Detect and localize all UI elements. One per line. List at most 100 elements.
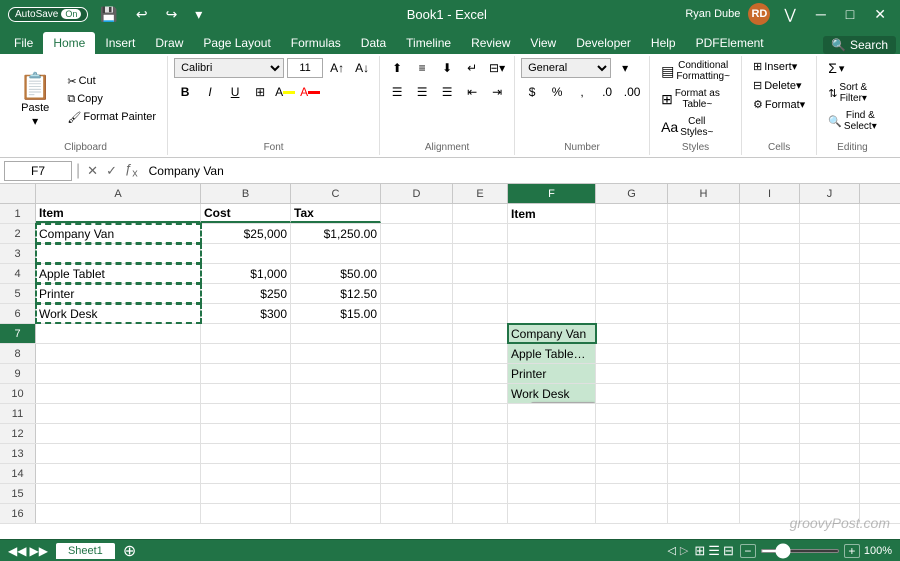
cell-c16[interactable]: [291, 504, 381, 523]
cell-d16[interactable]: [381, 504, 453, 523]
col-header-d[interactable]: D: [381, 184, 453, 203]
decrease-decimal-button[interactable]: .0: [596, 82, 618, 102]
cell-a13[interactable]: [36, 444, 201, 463]
cell-a16[interactable]: [36, 504, 201, 523]
cell-b4[interactable]: $1,000: [201, 264, 291, 283]
cell-f7[interactable]: Company Van: [508, 324, 596, 343]
cell-j9[interactable]: [800, 364, 860, 383]
cell-j15[interactable]: [800, 484, 860, 503]
maximize-button[interactable]: □: [840, 4, 860, 24]
close-button[interactable]: ✕: [868, 4, 892, 25]
cell-f8[interactable]: Apple Table…: [508, 344, 596, 363]
cell-b8[interactable]: [201, 344, 291, 363]
zoom-slider[interactable]: [760, 549, 840, 553]
cell-g14[interactable]: [596, 464, 668, 483]
cell-a14[interactable]: [36, 464, 201, 483]
cell-i9[interactable]: [740, 364, 800, 383]
cell-h11[interactable]: [668, 404, 740, 423]
cell-b5[interactable]: $250: [201, 284, 291, 303]
cell-h6[interactable]: [668, 304, 740, 323]
tab-data[interactable]: Data: [351, 32, 396, 54]
cell-f11[interactable]: [508, 404, 596, 423]
underline-button[interactable]: U: [224, 82, 246, 102]
cell-d3[interactable]: [381, 244, 453, 263]
cell-g6[interactable]: [596, 304, 668, 323]
left-align-button[interactable]: ☰: [386, 82, 408, 102]
cell-g15[interactable]: [596, 484, 668, 503]
page-break-button[interactable]: ⊟: [723, 543, 734, 559]
decrease-font-button[interactable]: A↓: [351, 58, 373, 78]
cell-i6[interactable]: [740, 304, 800, 323]
cell-g16[interactable]: [596, 504, 668, 523]
row-num-13[interactable]: 13: [0, 444, 36, 463]
cell-e11[interactable]: [453, 404, 508, 423]
row-num-1[interactable]: 1: [0, 204, 36, 223]
col-header-h[interactable]: H: [668, 184, 740, 203]
cell-f14[interactable]: [508, 464, 596, 483]
cell-d2[interactable]: [381, 224, 453, 243]
cell-b15[interactable]: [201, 484, 291, 503]
increase-font-button[interactable]: A↑: [326, 58, 348, 78]
cell-b9[interactable]: [201, 364, 291, 383]
cell-e10[interactable]: [453, 384, 508, 403]
cell-g1[interactable]: [596, 204, 668, 223]
border-button[interactable]: ⊞: [249, 82, 271, 102]
merge-center-button[interactable]: ⊟▾: [486, 58, 508, 78]
cell-i16[interactable]: [740, 504, 800, 523]
cell-j7[interactable]: [800, 324, 860, 343]
cell-h9[interactable]: [668, 364, 740, 383]
row-num-4[interactable]: 4: [0, 264, 36, 283]
tab-file[interactable]: File: [4, 32, 43, 54]
cell-c13[interactable]: [291, 444, 381, 463]
cell-g4[interactable]: [596, 264, 668, 283]
cell-g12[interactable]: [596, 424, 668, 443]
add-sheet-button[interactable]: ⊕: [123, 541, 136, 561]
cell-d15[interactable]: [381, 484, 453, 503]
cell-e13[interactable]: [453, 444, 508, 463]
cell-a6[interactable]: Work Desk: [36, 304, 201, 323]
bold-button[interactable]: B: [174, 82, 196, 102]
cell-d8[interactable]: [381, 344, 453, 363]
cell-g11[interactable]: [596, 404, 668, 423]
cell-j13[interactable]: [800, 444, 860, 463]
col-header-g[interactable]: G: [596, 184, 668, 203]
cell-i10[interactable]: [740, 384, 800, 403]
cell-f4[interactable]: [508, 264, 596, 283]
format-painter-button[interactable]: 🖌 Format Painter: [62, 109, 161, 126]
tab-page-layout[interactable]: Page Layout: [193, 32, 280, 54]
col-header-c[interactable]: C: [291, 184, 381, 203]
cell-e9[interactable]: [453, 364, 508, 383]
scroll-right-button[interactable]: ▶▶: [29, 544, 47, 558]
cell-c15[interactable]: [291, 484, 381, 503]
save-button[interactable]: 💾: [94, 4, 123, 25]
cell-g9[interactable]: [596, 364, 668, 383]
cell-f3[interactable]: [508, 244, 596, 263]
percent-button[interactable]: %: [546, 82, 568, 102]
cell-a8[interactable]: [36, 344, 201, 363]
cell-f12[interactable]: [508, 424, 596, 443]
cell-g7[interactable]: [596, 324, 668, 343]
cell-a9[interactable]: [36, 364, 201, 383]
cell-d9[interactable]: [381, 364, 453, 383]
cell-h3[interactable]: [668, 244, 740, 263]
cell-i13[interactable]: [740, 444, 800, 463]
cell-j6[interactable]: [800, 304, 860, 323]
name-box[interactable]: [4, 161, 72, 181]
autosum-button[interactable]: Σ ▾: [823, 58, 849, 78]
currency-button[interactable]: $: [521, 82, 543, 102]
cell-g13[interactable]: [596, 444, 668, 463]
cell-i15[interactable]: [740, 484, 800, 503]
cell-d13[interactable]: [381, 444, 453, 463]
formula-input[interactable]: [145, 161, 896, 181]
cell-a11[interactable]: [36, 404, 201, 423]
cell-a15[interactable]: [36, 484, 201, 503]
cell-b7[interactable]: [201, 324, 291, 343]
cell-a1[interactable]: Item: [36, 204, 201, 223]
row-num-10[interactable]: 10: [0, 384, 36, 403]
cell-d7[interactable]: [381, 324, 453, 343]
cell-e12[interactable]: [453, 424, 508, 443]
cell-g8[interactable]: [596, 344, 668, 363]
cell-d10[interactable]: [381, 384, 453, 403]
cell-f5[interactable]: [508, 284, 596, 303]
cell-c2[interactable]: $1,250.00: [291, 224, 381, 243]
